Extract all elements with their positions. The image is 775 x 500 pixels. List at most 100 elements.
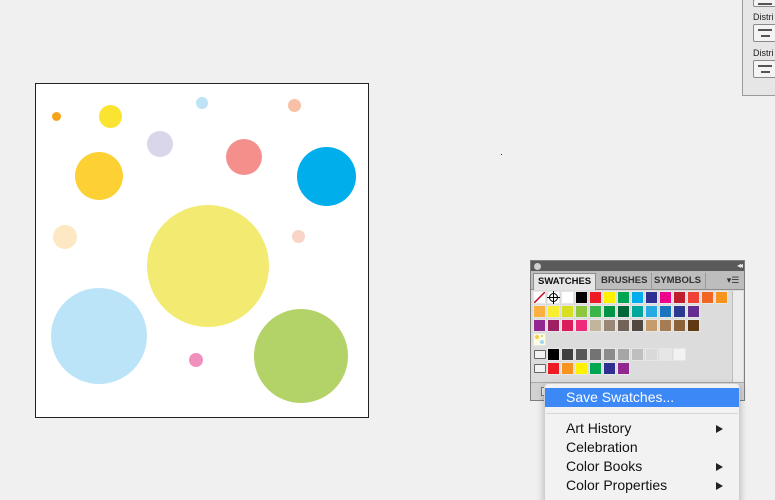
distribute-label-2: Distri [753, 48, 774, 58]
color-swatch[interactable] [673, 291, 686, 304]
tab-brushes[interactable]: BRUSHES [597, 273, 653, 290]
artboard[interactable] [35, 83, 369, 418]
menu-item-color-books[interactable]: Color Books [545, 457, 739, 476]
tab-symbols[interactable]: SYMBOLS [650, 273, 706, 290]
color-swatch[interactable] [617, 319, 630, 332]
menu-item-save-swatches[interactable]: Save Swatches... [545, 388, 739, 407]
dot-light-blue-tiny[interactable] [196, 97, 208, 109]
color-swatch[interactable] [631, 305, 644, 318]
color-swatch[interactable] [603, 319, 616, 332]
color-swatch[interactable] [645, 291, 658, 304]
distribute-button-2[interactable] [753, 60, 775, 78]
color-swatch[interactable] [603, 305, 616, 318]
menu-item-label: Color Properties [566, 477, 668, 493]
color-swatch[interactable] [659, 305, 672, 318]
menu-item-art-history[interactable]: Art History [545, 419, 739, 438]
color-swatch[interactable] [561, 319, 574, 332]
menu-separator [546, 413, 738, 414]
color-swatch[interactable] [603, 291, 616, 304]
dot-coral[interactable] [226, 139, 262, 175]
color-swatch[interactable] [575, 291, 588, 304]
color-swatch[interactable] [645, 305, 658, 318]
dot-sky-blue-large[interactable] [51, 288, 147, 384]
collapse-icon[interactable]: ◂◂ [737, 261, 743, 271]
swatch-pattern[interactable] [533, 333, 546, 346]
gray-swatch[interactable] [547, 348, 560, 361]
color-swatch[interactable] [631, 319, 644, 332]
dot-yellow-small[interactable] [99, 105, 122, 128]
gray-swatch[interactable] [659, 348, 672, 361]
color-group-folder-icon[interactable] [534, 364, 546, 373]
bright-swatch[interactable] [589, 362, 602, 375]
dot-salmon-tiny[interactable] [288, 99, 301, 112]
bright-swatch[interactable] [617, 362, 630, 375]
align-panel: Distri Distri [742, 0, 775, 96]
close-icon[interactable] [534, 263, 541, 270]
dot-cyan[interactable] [297, 147, 356, 206]
gray-swatch[interactable] [617, 348, 630, 361]
menu-item-label: Save Swatches... [566, 389, 675, 405]
color-swatch[interactable] [659, 291, 672, 304]
bright-swatch[interactable] [547, 362, 560, 375]
gray-swatch[interactable] [603, 348, 616, 361]
color-swatch[interactable] [659, 319, 672, 332]
color-group-folder-icon[interactable] [534, 350, 546, 359]
color-swatch[interactable] [617, 305, 630, 318]
color-swatch[interactable] [533, 319, 546, 332]
color-swatch[interactable] [547, 319, 560, 332]
dot-yellow-large[interactable] [147, 205, 269, 327]
color-swatch[interactable] [561, 305, 574, 318]
panel-menu-icon[interactable]: ▾☰ [726, 274, 740, 286]
gray-swatch[interactable] [561, 348, 574, 361]
color-swatch[interactable] [561, 291, 574, 304]
color-swatch[interactable] [575, 319, 588, 332]
color-swatch[interactable] [589, 319, 602, 332]
gray-swatch[interactable] [575, 348, 588, 361]
bright-swatch[interactable] [603, 362, 616, 375]
color-swatch[interactable] [687, 305, 700, 318]
color-swatch[interactable] [701, 291, 714, 304]
swatch-none[interactable] [533, 291, 546, 304]
dot-cream[interactable] [53, 225, 77, 249]
submenu-arrow-icon [716, 425, 723, 433]
menu-item-label: Celebration [566, 439, 638, 455]
color-swatch[interactable] [631, 291, 644, 304]
menu-item-celebration[interactable]: Celebration [545, 438, 739, 457]
gray-swatch[interactable] [645, 348, 658, 361]
stray-anchor-point[interactable] [501, 154, 502, 155]
color-swatch[interactable] [715, 291, 728, 304]
panel-tabstrip: SWATCHES BRUSHES SYMBOLS ▾☰ [531, 271, 744, 290]
gray-swatch[interactable] [589, 348, 602, 361]
menu-item-color-properties[interactable]: Color Properties [545, 476, 739, 495]
dot-green-large[interactable] [254, 309, 348, 403]
swatches-panel: ◂◂ SWATCHES BRUSHES SYMBOLS ▾☰ [530, 260, 745, 401]
dot-gold[interactable] [75, 152, 123, 200]
bright-swatch[interactable] [561, 362, 574, 375]
color-swatch[interactable] [533, 305, 546, 318]
tab-swatches[interactable]: SWATCHES [533, 273, 597, 290]
color-swatch[interactable] [589, 291, 602, 304]
color-swatch[interactable] [547, 305, 560, 318]
color-swatch[interactable] [645, 319, 658, 332]
swatch-registration[interactable] [547, 291, 560, 304]
submenu-arrow-icon [716, 463, 723, 471]
color-swatch[interactable] [687, 319, 700, 332]
color-swatch[interactable] [575, 305, 588, 318]
dot-peach-tiny[interactable] [292, 230, 305, 243]
swatches-scrollbar[interactable] [732, 291, 743, 383]
dot-lavender[interactable] [147, 131, 173, 157]
distribute-label-1: Distri [753, 12, 774, 22]
dot-pink-tiny[interactable] [189, 353, 203, 367]
color-swatch[interactable] [673, 319, 686, 332]
distribute-button-1[interactable] [753, 24, 775, 42]
panel-titlebar[interactable]: ◂◂ [531, 261, 744, 271]
dot-orange-tiny[interactable] [52, 112, 61, 121]
color-swatch[interactable] [687, 291, 700, 304]
gray-swatch[interactable] [673, 348, 686, 361]
gray-swatch[interactable] [631, 348, 644, 361]
bright-swatch[interactable] [575, 362, 588, 375]
color-swatch[interactable] [589, 305, 602, 318]
color-swatch[interactable] [617, 291, 630, 304]
color-swatch[interactable] [673, 305, 686, 318]
align-button-top[interactable] [753, 0, 775, 7]
